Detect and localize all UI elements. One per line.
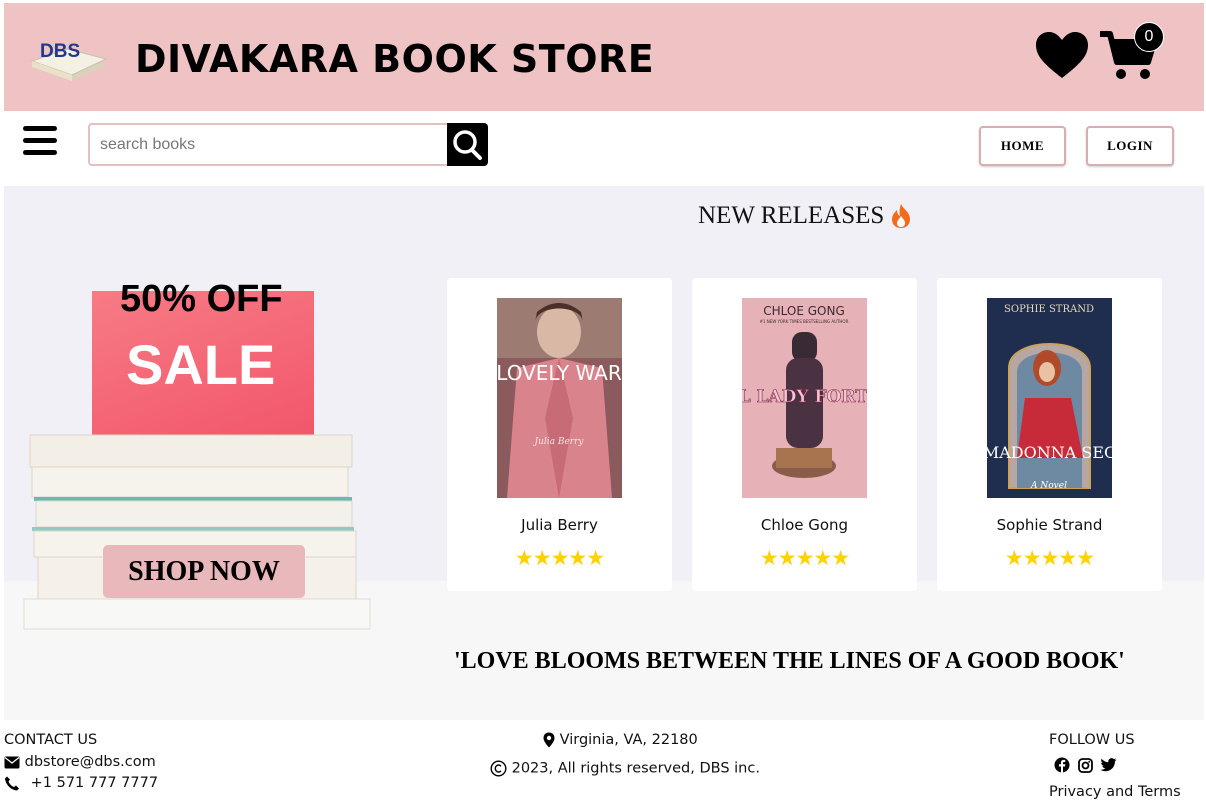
store-title: DIVAKARA BOOK STORE	[135, 37, 655, 81]
book-author: Chloe Gong	[760, 516, 849, 534]
follow-heading: FOLLOW US	[1049, 732, 1135, 748]
svg-text:FOUL LADY FORTUNE: FOUL LADY FORTUNE	[742, 387, 867, 407]
privacy-terms-link[interactable]: Privacy and Terms	[1049, 784, 1181, 800]
svg-text:CHLOE GONG: CHLOE GONG	[763, 304, 845, 318]
star-rating: ★★★★★	[514, 547, 605, 570]
facebook-icon[interactable]	[1054, 757, 1070, 773]
book-stack-image	[22, 431, 382, 631]
sale-discount-text: 50% OFF	[120, 278, 283, 320]
social-icons	[1054, 757, 1117, 773]
cart-count-badge: 0	[1134, 22, 1164, 52]
phone-row[interactable]: +1 571 777 7777	[4, 775, 158, 791]
book-cover-image[interactable]: SOPHIE STRAND The MADONNA SECRET A Novel	[987, 298, 1112, 498]
copyright-icon	[490, 760, 507, 777]
svg-text:LOVELY WAR: LOVELY WAR	[497, 361, 622, 385]
book-card[interactable]: CHLOE GONG #1 NEW YORK TIMES BESTSELLING…	[692, 278, 917, 591]
phone-icon	[5, 776, 19, 790]
email-text[interactable]: dbstore@dbs.com	[25, 754, 156, 770]
site-header: DBS DIVAKARA BOOK STORE	[4, 3, 1204, 111]
search-button[interactable]	[447, 123, 488, 166]
location-pin-icon	[543, 732, 555, 748]
search-input[interactable]	[88, 123, 448, 166]
copyright-row: 2023, All rights reserved, DBS inc.	[490, 760, 760, 777]
quote-text: 'LOVE BLOOMS BETWEEN THE LINES OF A GOOD…	[454, 648, 1125, 674]
fire-icon	[890, 203, 912, 229]
book-cover-image[interactable]: LOVELY WAR Julia Berry	[497, 298, 622, 498]
phone-text[interactable]: +1 571 777 7777	[31, 775, 158, 791]
contact-heading: CONTACT US	[4, 732, 98, 748]
svg-text:The MADONNA SECRET: The MADONNA SECRET	[987, 443, 1112, 462]
location-row: Virginia, VA, 22180	[543, 732, 698, 748]
logo-text: DBS	[40, 41, 80, 62]
svg-text:SOPHIE STRAND: SOPHIE STRAND	[1004, 304, 1094, 315]
heart-icon[interactable]	[1034, 30, 1090, 80]
instagram-icon[interactable]	[1077, 757, 1093, 773]
location-text: Virginia, VA, 22180	[559, 732, 698, 748]
shop-now-button[interactable]: SHOP NOW	[103, 545, 305, 598]
svg-text:A Novel: A Novel	[1030, 481, 1067, 491]
login-button[interactable]: LOGIN	[1086, 126, 1174, 166]
home-button[interactable]: HOME	[979, 126, 1066, 166]
envelope-icon	[4, 756, 20, 768]
copyright-text: 2023, All rights reserved, DBS inc.	[511, 760, 760, 777]
book-author: Sophie Strand	[996, 516, 1103, 534]
star-rating: ★★★★★	[759, 547, 850, 570]
email-row[interactable]: dbstore@dbs.com	[4, 754, 156, 770]
sale-text: SALE	[126, 333, 276, 396]
search-icon	[453, 130, 482, 160]
book-card[interactable]: LOVELY WAR Julia Berry Julia Berry ★★★★★	[447, 278, 672, 591]
new-releases-title: NEW RELEASES	[698, 202, 885, 229]
book-cover-image[interactable]: CHLOE GONG #1 NEW YORK TIMES BESTSELLING…	[742, 298, 867, 498]
hero-section: 50% OFF SALE SHOP NOW NEW RELEASES LOVEL…	[4, 186, 1204, 720]
svg-text:Julia Berry: Julia Berry	[532, 437, 584, 447]
book-card[interactable]: SOPHIE STRAND The MADONNA SECRET A Novel…	[937, 278, 1162, 591]
twitter-icon[interactable]	[1100, 758, 1117, 772]
svg-text:#1 NEW YORK TIMES BESTSELLING: #1 NEW YORK TIMES BESTSELLING AUTHOR	[760, 319, 849, 324]
star-rating: ★★★★★	[1004, 547, 1095, 570]
hamburger-menu-icon[interactable]	[23, 126, 57, 158]
store-logo[interactable]: DBS	[28, 31, 108, 87]
book-author: Julia Berry	[521, 516, 598, 534]
